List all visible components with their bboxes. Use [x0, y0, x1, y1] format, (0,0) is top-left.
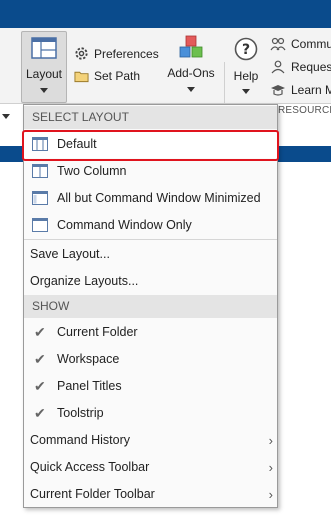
layout-minimized-icon [32, 191, 48, 205]
chevron-right-icon: › [268, 460, 273, 475]
help-button[interactable]: ? Help [229, 31, 263, 101]
preferences-button[interactable]: Preferences [74, 46, 159, 61]
preferences-label: Preferences [94, 46, 159, 61]
chevron-down-icon [187, 87, 195, 92]
layout-option-command-window-only[interactable]: Command Window Only [24, 212, 277, 239]
show-item-label: Toolstrip [57, 406, 104, 420]
request-support-link[interactable]: Reques [270, 60, 331, 74]
layout-option-label: Two Column [57, 164, 127, 178]
help-label: Help [233, 69, 259, 83]
organize-layouts-label: Organize Layouts... [30, 274, 139, 288]
command-history-submenu[interactable]: Command History › [24, 427, 277, 454]
layout-two-column-icon [32, 164, 48, 178]
layout-button[interactable]: Layout [21, 31, 67, 103]
submenu-label: Current Folder Toolbar [30, 487, 155, 501]
show-item-label: Current Folder [57, 325, 138, 339]
show-header: SHOW [24, 295, 277, 318]
title-bar [0, 0, 331, 28]
community-label: Commu [291, 37, 331, 51]
save-layout-label: Save Layout... [30, 247, 110, 261]
layout-option-all-but-command-window-minimized[interactable]: All but Command Window Minimized [24, 185, 277, 212]
show-panel-titles-item[interactable]: ✔ Panel Titles [24, 373, 277, 400]
save-layout-item[interactable]: Save Layout... [24, 241, 277, 268]
set-path-button[interactable]: Set Path [74, 69, 140, 83]
chevron-right-icon: › [268, 487, 273, 502]
layout-button-label: Layout [25, 67, 63, 81]
set-path-label: Set Path [94, 69, 141, 83]
show-workspace-item[interactable]: ✔ Workspace [24, 346, 277, 373]
organize-layouts-item[interactable]: Organize Layouts... [24, 268, 277, 295]
chevron-down-icon [40, 88, 48, 93]
community-icon [270, 37, 286, 51]
submenu-label: Quick Access Toolbar [30, 460, 150, 474]
help-icon: ? [234, 37, 258, 61]
layout-command-window-icon [32, 218, 48, 232]
show-item-label: Panel Titles [57, 379, 122, 393]
select-layout-header: SELECT LAYOUT [24, 106, 277, 129]
chevron-down-icon [242, 89, 250, 94]
show-toolstrip-item[interactable]: ✔ Toolstrip [24, 400, 277, 427]
checkmark-icon: ✔ [34, 351, 46, 367]
menu-divider [24, 239, 277, 240]
request-label: Reques [291, 60, 331, 74]
folder-icon [74, 71, 89, 83]
selection-highlight-box [22, 130, 279, 161]
checkmark-icon: ✔ [34, 324, 46, 340]
checkmark-icon: ✔ [34, 405, 46, 421]
layout-option-default[interactable]: Default [22, 130, 279, 161]
request-icon [271, 60, 285, 74]
chevron-down-icon [2, 114, 10, 119]
svg-text:?: ? [242, 42, 250, 58]
show-current-folder-item[interactable]: ✔ Current Folder [24, 319, 277, 346]
addons-icon [179, 35, 203, 58]
chevron-right-icon: › [268, 433, 273, 448]
show-item-label: Workspace [57, 352, 120, 366]
community-link[interactable]: Commu [270, 37, 331, 51]
layout-icon [31, 37, 57, 59]
learn-link[interactable]: Learn M [270, 83, 331, 97]
resources-section-caption: RESOURCE [278, 105, 331, 116]
layout-option-label: All but Command Window Minimized [57, 191, 261, 205]
layout-option-label: Command Window Only [57, 218, 192, 232]
quick-access-toolbar-submenu[interactable]: Quick Access Toolbar › [24, 454, 277, 481]
toolstrip-ribbon: Layout Preferences Set Path Add-Ons ? He… [0, 28, 331, 126]
submenu-label: Command History [30, 433, 131, 447]
checkmark-icon: ✔ [34, 378, 46, 394]
addons-button[interactable]: Add-Ons [164, 31, 218, 101]
learn-label: Learn M [291, 83, 331, 97]
addons-label: Add-Ons [167, 66, 215, 80]
layout-dropdown-menu: SELECT LAYOUT Default Two Column All but… [22, 104, 279, 508]
layout-option-two-column[interactable]: Two Column [24, 158, 277, 185]
current-folder-toolbar-submenu[interactable]: Current Folder Toolbar › [24, 481, 277, 508]
gear-icon [75, 47, 88, 60]
ribbon-overflow-button[interactable] [0, 58, 14, 128]
learn-icon [271, 85, 285, 96]
